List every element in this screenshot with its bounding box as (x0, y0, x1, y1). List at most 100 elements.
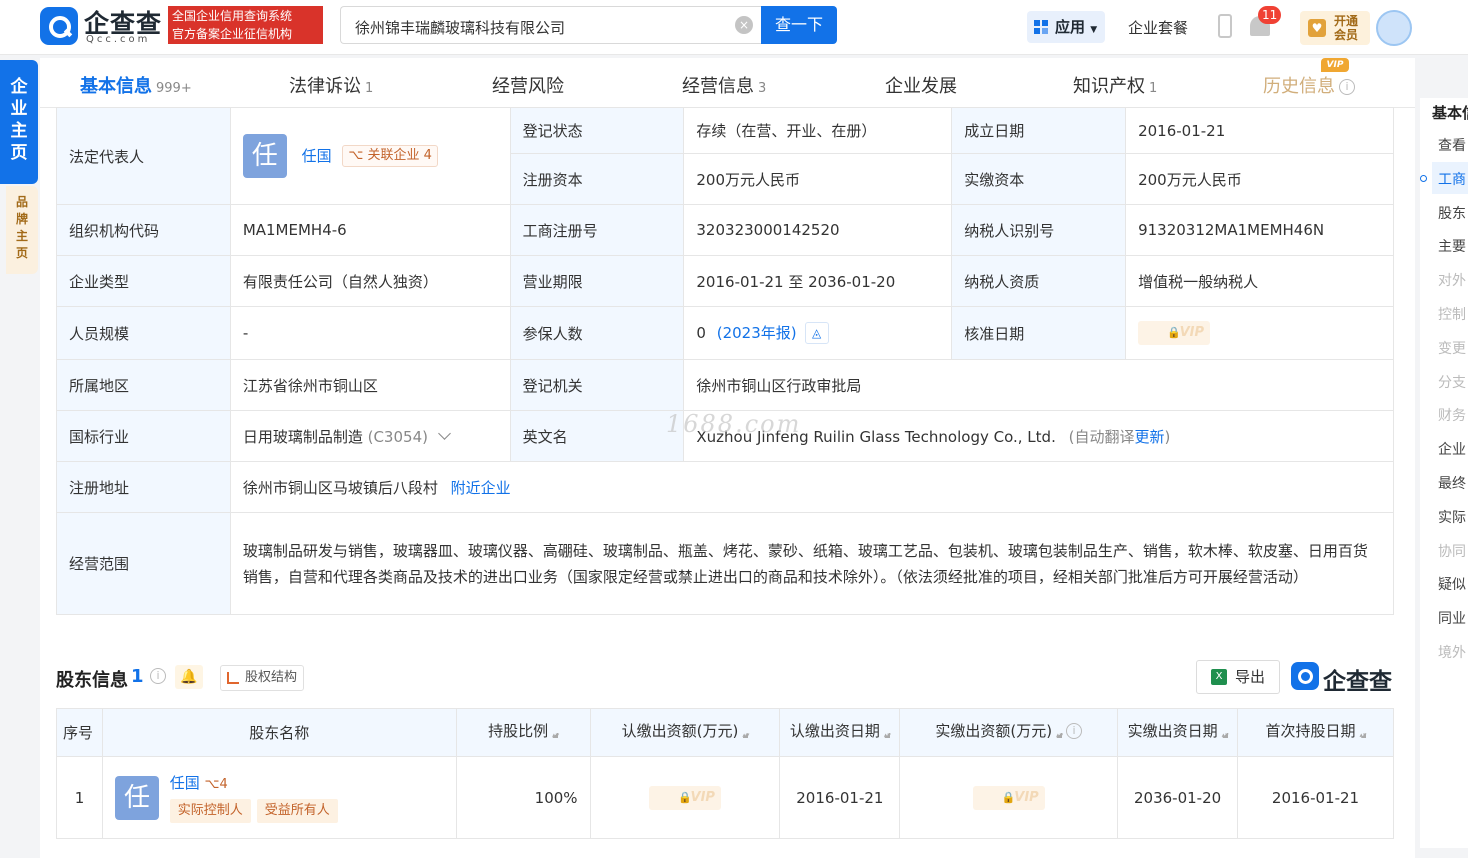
org-code-label: 组织机构代码 (56, 204, 231, 256)
shareholder-cell: 任 任国 ⌥4 实际控制人 受益所有人 (101, 756, 457, 839)
col-first-hold-date[interactable]: 首次持股日期 (1237, 708, 1394, 757)
region-label: 所属地区 (56, 359, 231, 411)
staff-size-value: - (229, 306, 511, 360)
col-paid-amount[interactable]: 实缴出资额(万元) i (899, 708, 1119, 757)
update-link[interactable]: 更新 (1134, 428, 1164, 446)
mobile-icon[interactable] (1218, 14, 1232, 38)
address-cell: 徐州市铜山区马坡镇后八段村 附近企业 (229, 461, 1395, 513)
insured-count-label: 参保人数 (509, 306, 685, 360)
right-nav-item[interactable]: 同业 (1438, 608, 1466, 628)
vip-line-2: 会员 (1334, 28, 1359, 42)
side-nav-brand-home[interactable]: 品牌主页 (6, 186, 38, 274)
right-nav-item[interactable]: 查看 (1438, 135, 1466, 155)
lock-icon: 🔒 (1001, 790, 1016, 804)
info-icon[interactable]: i (1339, 79, 1355, 95)
region-value: 江苏省徐州市铜山区 (229, 359, 511, 411)
legal-rep-avatar[interactable]: 任 (242, 134, 287, 178)
industry-cell[interactable]: 日用玻璃制品制造 (C3054) (229, 410, 511, 462)
right-nav-item[interactable]: 主要 (1438, 236, 1466, 256)
right-nav-item[interactable]: 财务 (1438, 405, 1466, 425)
annual-report-link[interactable]: (2023年报) (717, 324, 797, 342)
ratio-value: 100% (455, 756, 591, 839)
right-nav-item[interactable]: 协同 (1438, 541, 1466, 561)
monitor-bell-icon[interactable]: 🔔 (175, 665, 203, 689)
tab-history[interactable]: 历史信息 i (1263, 72, 1355, 98)
right-nav-item[interactable]: 企业 (1438, 439, 1466, 459)
right-nav-item[interactable]: 对外 (1438, 270, 1466, 290)
col-subscribed-date[interactable]: 认缴出资日期 (779, 708, 901, 757)
sort-icon[interactable] (883, 733, 890, 745)
tab-business-info[interactable]: 经营信息 3 (682, 72, 766, 98)
right-nav-item[interactable]: 疑似 (1438, 574, 1466, 594)
found-date-label: 成立日期 (951, 107, 1127, 154)
col-label: 实缴出资日期 (1127, 722, 1218, 740)
col-ratio[interactable]: 持股比例 (455, 708, 591, 757)
vip-lock-badge[interactable]: 🔒 (648, 785, 721, 810)
search-input[interactable]: 徐州锦丰瑞麟玻璃科技有限公司 (340, 6, 762, 44)
col-paid-date[interactable]: 实缴出资日期 (1117, 708, 1239, 757)
tab-operating-risk[interactable]: 经营风险 (492, 72, 564, 98)
sort-icon[interactable] (1056, 733, 1063, 745)
vip-open-button[interactable]: ♥ 开通 会员 (1300, 11, 1370, 45)
vip-line-1: 开通 (1334, 14, 1359, 28)
user-avatar[interactable] (1376, 10, 1412, 46)
staff-size-label: 人员规模 (56, 306, 231, 360)
right-nav-item[interactable]: 变更 (1438, 338, 1466, 358)
badge-line-2: 官方备案企业征信机构 (172, 27, 293, 41)
right-nav-item[interactable]: 控制 (1438, 304, 1466, 324)
reg-authority-label: 登记机关 (509, 359, 685, 411)
chevron-down-icon[interactable] (438, 426, 451, 440)
package-link[interactable]: 企业套餐 (1128, 17, 1188, 38)
first-hold-date-value: 2016-01-21 (1237, 756, 1394, 839)
export-button[interactable]: X 导出 (1196, 660, 1280, 694)
related-count-tag[interactable]: ⌥4 (205, 777, 228, 792)
clear-icon[interactable]: × (735, 16, 753, 34)
excel-icon: X (1211, 669, 1227, 685)
right-nav-item[interactable]: 最终 (1438, 473, 1466, 493)
info-icon[interactable]: i (1066, 723, 1083, 739)
tab-label: 基本信息 (80, 76, 152, 97)
col-subscribed-amount[interactable]: 认缴出资额(万元) (589, 708, 781, 757)
paid-capital-value: 200万元人民币 (1125, 153, 1394, 205)
sort-icon[interactable] (1221, 733, 1228, 745)
tab-litigation[interactable]: 法律诉讼 1 (289, 72, 373, 98)
search-button[interactable]: 查一下 (761, 6, 837, 44)
shareholder-avatar[interactable]: 任 (114, 775, 159, 820)
tab-ip[interactable]: 知识产权 1 (1073, 72, 1157, 98)
related-companies-tag[interactable]: ⌥ 关联企业 4 (342, 145, 438, 167)
right-nav-item[interactable]: 境外 (1438, 642, 1466, 662)
trend-chart-icon[interactable]: ◬ (804, 322, 829, 345)
tab-basic-info[interactable]: 基本信息 999+ (80, 72, 192, 98)
certification-badge: 全国企业信用查询系统 官方备案企业征信机构 (168, 6, 323, 44)
shareholder-name-link[interactable]: 任国 (170, 774, 200, 792)
vip-lock-badge[interactable]: 🔒 (972, 785, 1045, 810)
right-nav-item[interactable]: 实际 (1438, 507, 1466, 527)
related-count: 4 (219, 777, 228, 792)
sort-icon[interactable] (742, 733, 749, 745)
equity-structure-label: 股权结构 (245, 670, 298, 685)
tab-development[interactable]: 企业发展 (885, 72, 957, 98)
info-icon[interactable]: i (150, 668, 166, 684)
insured-count-cell: 0 (2023年报) ◬ (683, 306, 953, 360)
qcc-logo-icon[interactable] (40, 7, 78, 45)
sort-icon[interactable] (1359, 733, 1366, 745)
apps-menu-button[interactable]: 应用 ▼ (1027, 11, 1105, 43)
right-nav-item[interactable]: 分支 (1438, 372, 1466, 392)
right-nav-title: 基本信 (1432, 104, 1468, 122)
tab-label: 知识产权 (1073, 76, 1145, 97)
vip-lock-badge[interactable]: 🔒 (1138, 321, 1211, 345)
company-type-value: 有限责任公司（自然人独资） (229, 255, 511, 307)
sort-icon[interactable] (552, 733, 559, 745)
paid-date-value: 2036-01-20 (1117, 756, 1239, 839)
side-nav-company-home[interactable]: 企业主页 (0, 60, 38, 184)
beneficial-owner-tag: 受益所有人 (256, 799, 338, 823)
nearby-companies-link[interactable]: 附近企业 (451, 479, 511, 497)
structure-icon (227, 672, 239, 684)
legal-rep-name-link[interactable]: 任国 (302, 147, 332, 165)
col-label: 认缴出资日期 (789, 722, 880, 740)
branch-icon: ⌥ (204, 777, 220, 792)
right-nav-item[interactable]: 工商 (1438, 169, 1466, 189)
equity-structure-button[interactable]: 股权结构 (220, 665, 304, 691)
subscribed-amount-cell: 🔒 (589, 756, 781, 839)
right-nav-item[interactable]: 股东 (1438, 203, 1466, 223)
